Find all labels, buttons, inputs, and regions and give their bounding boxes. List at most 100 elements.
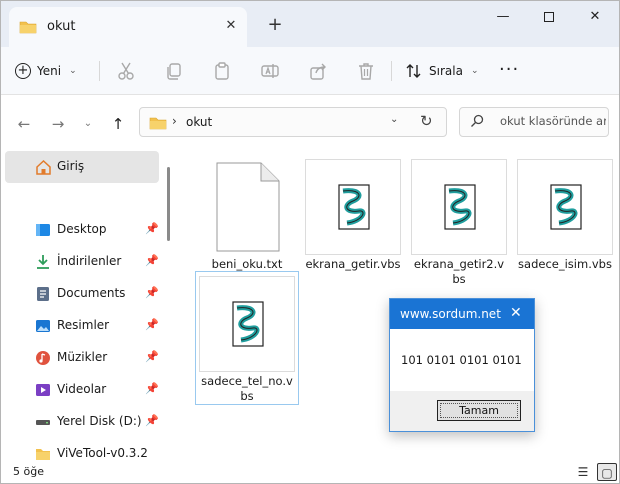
- sort-button[interactable]: Sırala ⌄: [405, 57, 478, 85]
- status-bar: 5 öğe ☰ ▢: [1, 461, 619, 483]
- close-tab-icon[interactable]: ✕: [221, 16, 241, 36]
- sort-icon: [406, 64, 421, 78]
- forward-button[interactable]: →: [47, 113, 69, 135]
- up-button[interactable]: ↑: [107, 113, 129, 135]
- address-row: ← → ⌄ ↑ › okut ⌄ ↻: [1, 95, 619, 151]
- document-icon: [37, 287, 49, 301]
- title-bar: okut ✕ + — ✕: [1, 1, 619, 47]
- file-name: sadece_tel_no.vbs: [201, 374, 293, 403]
- breadcrumb-okut[interactable]: okut: [186, 115, 212, 129]
- sidebar-item-videos[interactable]: Videolar 📌: [5, 375, 159, 405]
- pin-icon[interactable]: 📌: [145, 382, 159, 395]
- command-bar: + Yeni ⌄ Sırala ⌄ ···: [1, 47, 619, 95]
- pin-icon[interactable]: 📌: [145, 286, 159, 299]
- sidebar-item-label: Resimler: [57, 318, 110, 332]
- large-icons-view-button[interactable]: ▢: [597, 463, 617, 481]
- desktop-icon: [36, 224, 50, 236]
- new-button[interactable]: + Yeni ⌄: [15, 57, 77, 85]
- chevron-down-icon[interactable]: ⌄: [390, 114, 398, 125]
- pictures-icon: [36, 320, 50, 332]
- sidebar-scrollbar[interactable]: [167, 167, 170, 241]
- dialog-body: 101 0101 0101 0101: [390, 329, 534, 391]
- file-name: ekrana_getir2.vbs: [413, 257, 505, 286]
- sidebar-item-pictures[interactable]: Resimler 📌: [5, 311, 159, 341]
- file-item[interactable]: beni_oku.txt: [199, 159, 295, 272]
- folder-icon: [36, 449, 50, 460]
- sidebar-item-music[interactable]: Müzikler 📌: [5, 343, 159, 373]
- search-input[interactable]: [500, 114, 606, 128]
- message-dialog: www.sordum.net ✕ 101 0101 0101 0101 Tama…: [389, 298, 535, 432]
- script-icon: [550, 184, 582, 230]
- address-bar[interactable]: › okut ⌄ ↻: [139, 107, 447, 137]
- folder-icon: [149, 117, 167, 130]
- dialog-title-bar[interactable]: www.sordum.net ✕: [390, 299, 534, 329]
- ok-button[interactable]: Tamam: [437, 400, 521, 421]
- music-icon: [36, 351, 50, 365]
- sort-label: Sırala: [429, 64, 463, 78]
- video-icon: [36, 384, 50, 396]
- sidebar-item-label: Documents: [57, 286, 126, 300]
- cut-icon[interactable]: [115, 60, 137, 82]
- sidebar-item-label: Desktop: [57, 222, 107, 236]
- script-icon: [232, 301, 264, 347]
- sidebar-item-label: İndirilenler: [57, 254, 122, 268]
- tab-title: okut: [47, 19, 76, 34]
- search-box[interactable]: [459, 107, 609, 137]
- divider: [391, 61, 392, 81]
- file-name: ekrana_getir.vbs: [305, 257, 401, 271]
- script-icon: [444, 184, 476, 230]
- file-item[interactable]: sadece_isim.vbs: [517, 159, 613, 272]
- pin-icon[interactable]: 📌: [145, 318, 159, 331]
- sidebar-item-documents[interactable]: Documents 📌: [5, 279, 159, 309]
- home-icon: [36, 159, 51, 175]
- new-label: Yeni: [37, 64, 62, 78]
- share-icon[interactable]: [307, 60, 329, 82]
- maximize-button[interactable]: [527, 5, 571, 29]
- pin-icon[interactable]: 📌: [145, 350, 159, 363]
- plus-icon: +: [15, 63, 31, 79]
- tab-okut[interactable]: okut ✕: [9, 7, 247, 47]
- dialog-message: 101 0101 0101 0101: [401, 353, 522, 367]
- sidebar-item-label: ViVeTool-v0.3.2: [57, 446, 148, 460]
- search-icon: [471, 114, 484, 127]
- more-options-button[interactable]: ···: [499, 59, 519, 80]
- file-explorer-window: okut ✕ + — ✕ + Yeni ⌄ Sırala ⌄ ··· ← → ⌄…: [0, 0, 620, 484]
- sidebar-item-label: Yerel Disk (D:): [57, 414, 142, 428]
- text-file-icon: [199, 159, 295, 255]
- maximize-icon: [544, 11, 554, 22]
- close-window-button[interactable]: ✕: [573, 5, 617, 29]
- sidebar-item-home[interactable]: Giriş: [5, 151, 159, 183]
- file-item[interactable]: ekrana_getir2.vbs: [411, 159, 507, 287]
- sidebar-item-drive-d[interactable]: Yerel Disk (D:) 📌: [5, 407, 159, 437]
- pin-icon[interactable]: 📌: [145, 254, 159, 267]
- file-item[interactable]: ekrana_getir.vbs: [305, 159, 401, 272]
- file-name: beni_oku.txt: [211, 257, 283, 271]
- file-item-selected[interactable]: sadece_tel_no.vbs: [195, 271, 299, 405]
- paste-icon[interactable]: [211, 60, 233, 82]
- dialog-close-button[interactable]: ✕: [510, 305, 522, 321]
- minimize-button[interactable]: —: [481, 5, 525, 29]
- sidebar-item-desktop[interactable]: Desktop 📌: [5, 215, 159, 245]
- sidebar-item-downloads[interactable]: İndirilenler 📌: [5, 247, 159, 277]
- sidebar-item-label: Giriş: [57, 159, 85, 173]
- download-icon: [37, 255, 49, 269]
- sidebar-item-label: Videolar: [57, 382, 107, 396]
- dialog-title: www.sordum.net: [400, 307, 501, 321]
- divider: [99, 61, 100, 81]
- script-icon: [338, 184, 370, 230]
- navigation-pane: Giriş Desktop 📌 İndirilenler 📌 Documents…: [1, 151, 173, 461]
- copy-icon[interactable]: [163, 60, 185, 82]
- new-tab-button[interactable]: +: [263, 13, 287, 37]
- back-button[interactable]: ←: [13, 113, 35, 135]
- sidebar-item-label: Müzikler: [57, 350, 108, 364]
- details-view-button[interactable]: ☰: [573, 463, 593, 481]
- refresh-icon[interactable]: ↻: [420, 112, 433, 130]
- pin-icon[interactable]: 📌: [145, 414, 159, 427]
- item-count: 5 öğe: [13, 465, 44, 478]
- pin-icon[interactable]: 📌: [145, 222, 159, 235]
- chevron-down-icon: ⌄: [69, 66, 77, 76]
- recent-locations-button[interactable]: ⌄: [77, 113, 99, 135]
- chevron-down-icon: ⌄: [470, 66, 479, 76]
- delete-icon[interactable]: [355, 60, 377, 82]
- rename-icon[interactable]: [259, 60, 281, 82]
